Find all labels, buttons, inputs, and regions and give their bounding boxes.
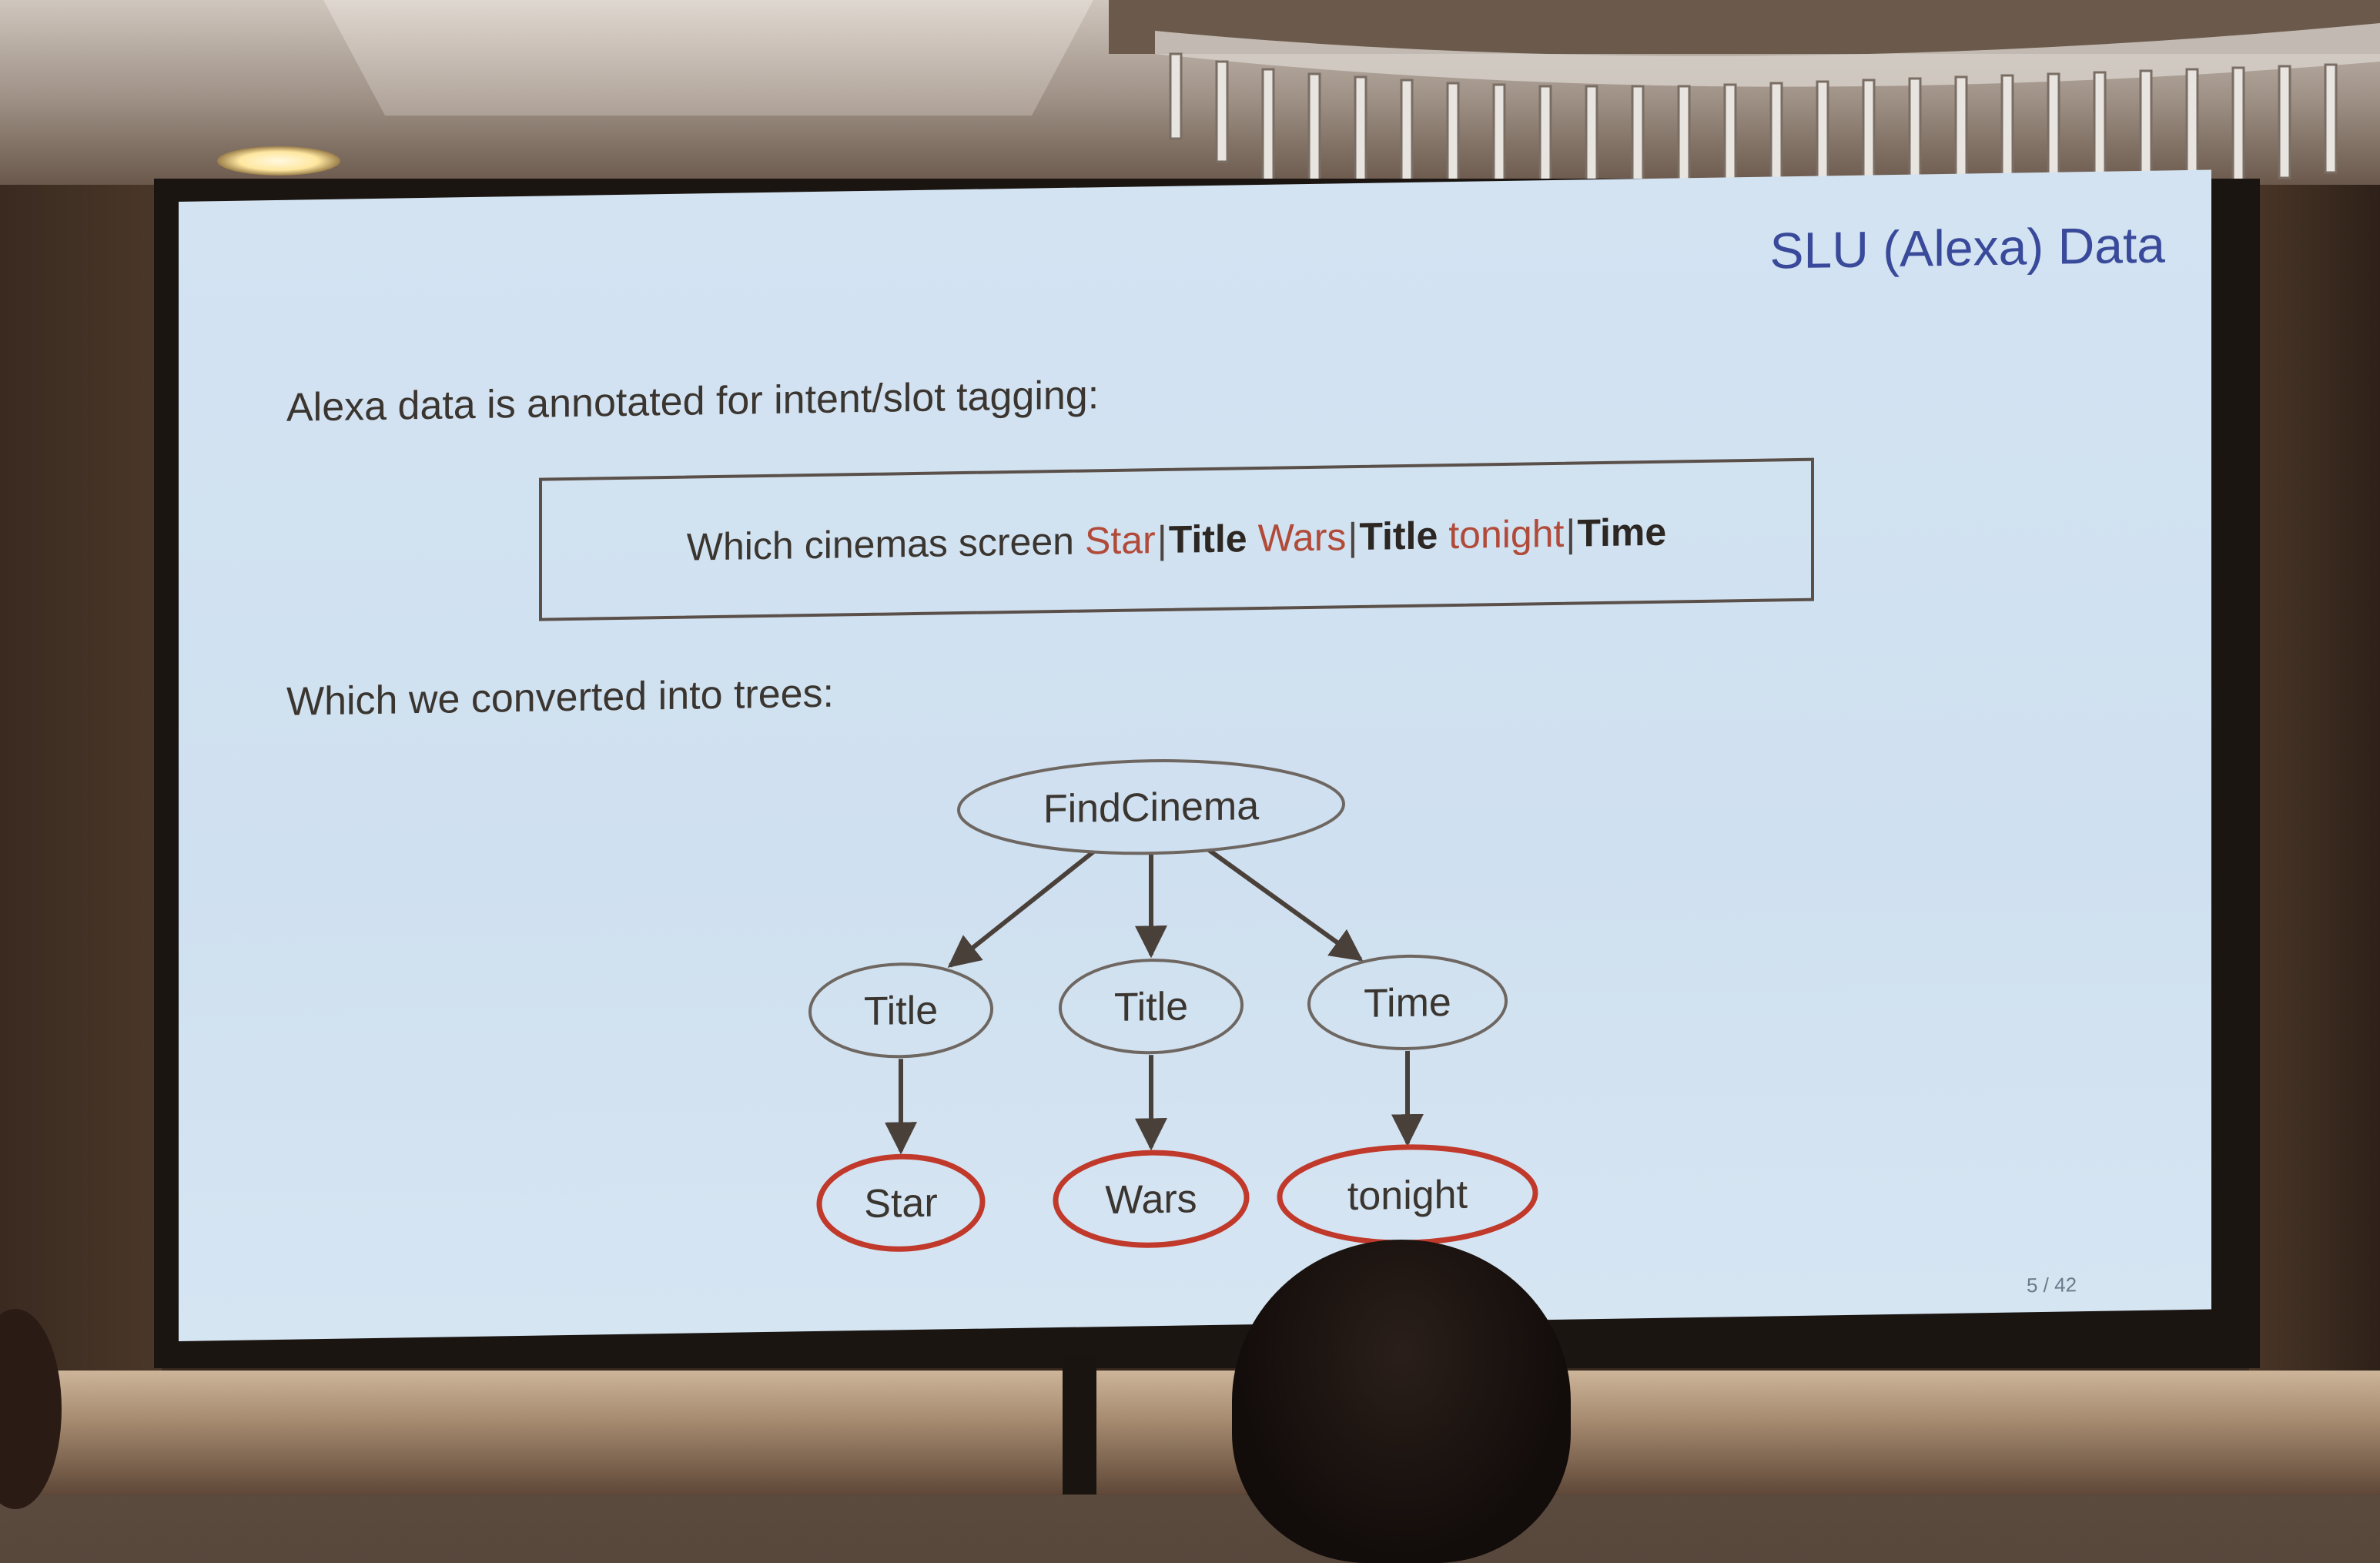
tree-leaf-label: tonight xyxy=(1347,1173,1468,1219)
screen-stand xyxy=(1063,1355,1096,1494)
wall-left xyxy=(0,185,162,1494)
tree-slot-label: Time xyxy=(1364,980,1451,1026)
wall-right xyxy=(2249,185,2380,1494)
tree-root-label: FindCinema xyxy=(1043,784,1259,832)
tree-slot-label: Title xyxy=(1114,984,1188,1030)
parse-tree-diagram: FindCinema Title Title Time Star Wars to… xyxy=(808,759,1538,1252)
audience-head xyxy=(1232,1240,1571,1563)
tree-slot-label: Title xyxy=(864,989,938,1035)
page-number: 5 / 42 xyxy=(2027,1273,2077,1297)
ceiling-panel xyxy=(323,0,1093,115)
tree-edge xyxy=(947,850,1095,968)
ceiling-light xyxy=(217,146,340,176)
tree-leaf-label: Star xyxy=(864,1181,937,1227)
presentation-slide: SLU (Alexa) Data Alexa data is annotated… xyxy=(179,169,2211,1341)
floor-ledge xyxy=(0,1371,2380,1494)
tree-edge xyxy=(1207,848,1364,962)
tree-leaf-label: Wars xyxy=(1105,1176,1197,1223)
